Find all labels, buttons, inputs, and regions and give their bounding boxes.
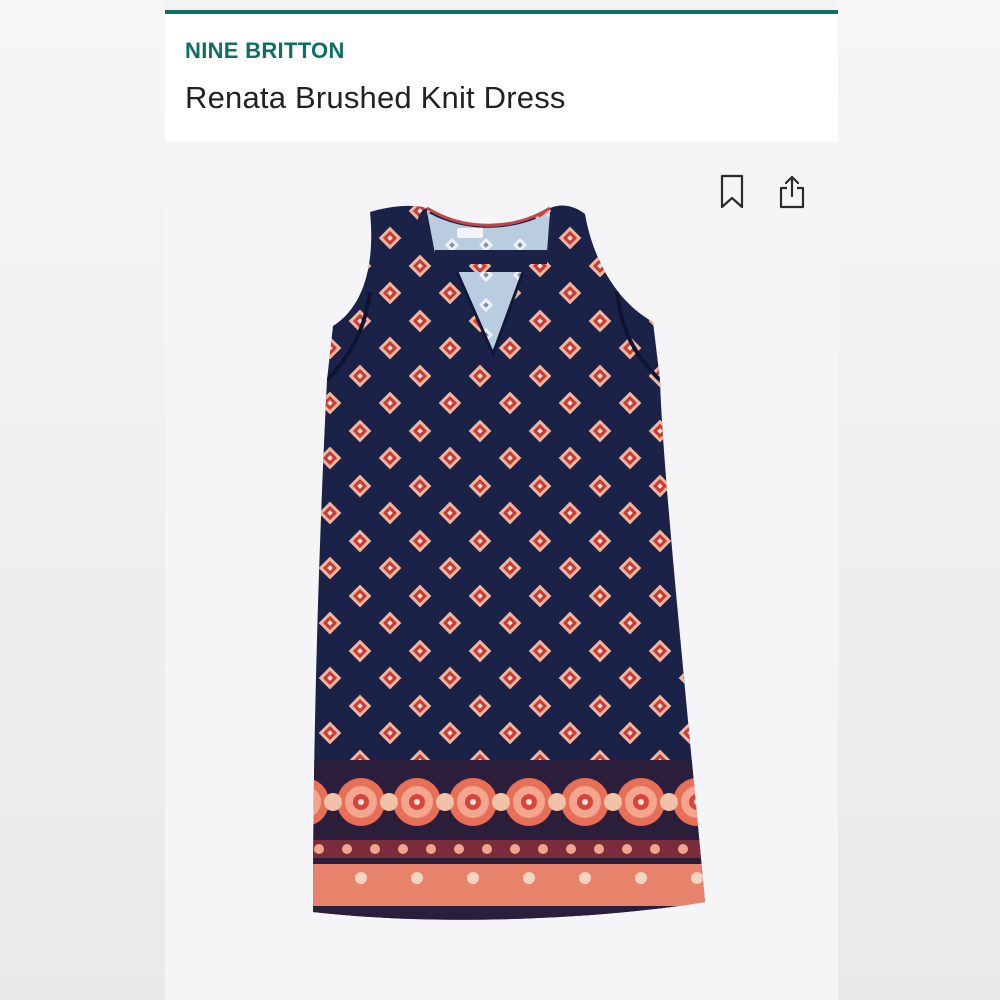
brand-name[interactable]: NINE BRITTON (185, 38, 345, 64)
right-backdrop (835, 0, 1000, 1000)
left-backdrop (0, 0, 165, 1000)
dress-illustration (313, 205, 705, 920)
bookmark-button[interactable] (715, 172, 749, 212)
share-icon (779, 175, 805, 209)
product-card: NINE BRITTON Renata Brushed Knit Dress (165, 10, 838, 1000)
bookmark-icon (720, 174, 744, 209)
product-image[interactable] (165, 142, 838, 1000)
accent-bar (165, 10, 838, 14)
share-button[interactable] (775, 172, 809, 212)
product-title: Renata Brushed Knit Dress (185, 80, 566, 115)
